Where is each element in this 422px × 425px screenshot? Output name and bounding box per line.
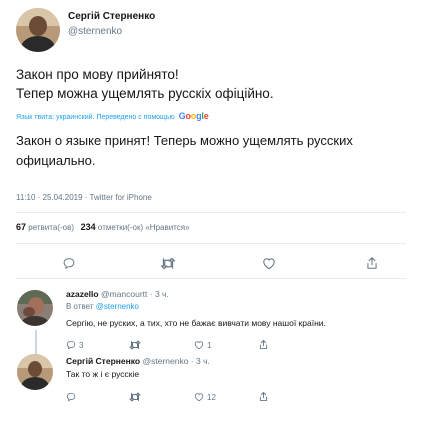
divider [16, 212, 406, 213]
divider [16, 278, 406, 279]
reply-avatar[interactable] [17, 354, 53, 390]
reply-icon [66, 392, 76, 402]
like-count: 1 [207, 340, 212, 350]
reply-icon [66, 340, 76, 350]
share-icon [259, 340, 268, 349]
reply-to-prefix: В ответ [66, 302, 94, 311]
reply-count: 3 [79, 340, 84, 350]
reply-author-handle[interactable]: @sternenko · 3 ч. [142, 356, 209, 366]
retweet-button[interactable] [129, 392, 144, 402]
retweet-button[interactable] [160, 257, 176, 270]
divider [16, 243, 406, 244]
reply-button[interactable] [62, 257, 76, 270]
like-button[interactable]: 1 [194, 340, 211, 350]
tweet-text-line: Тепер можна ущемлять русскіх офіційно. [16, 86, 274, 101]
translation-notice[interactable]: Язык твита: украинский. Переведено с пом… [16, 111, 209, 121]
reply-author-name[interactable]: azazello [66, 289, 99, 299]
share-button[interactable] [366, 256, 378, 270]
translated-text-line: официально. [16, 153, 96, 168]
translated-text: Закон о языке принят! Теперь можно ущемл… [16, 131, 411, 171]
thread-line [35, 330, 37, 354]
like-button[interactable] [262, 257, 276, 270]
author-handle[interactable]: @sternenko [68, 26, 122, 37]
like-button[interactable]: 12 [194, 392, 216, 402]
share-icon [367, 257, 377, 269]
like-label[interactable]: отметки(-ок) «Нравится» [98, 223, 190, 232]
share-button[interactable] [259, 339, 268, 350]
share-button[interactable] [259, 391, 268, 402]
reply-author[interactable]: Сергій Стерненко @sternenko · 3 ч. [66, 356, 210, 366]
author-avatar[interactable] [16, 8, 60, 52]
translated-text-line: Закон о языке принят! Теперь можно ущемл… [16, 133, 353, 148]
retweet-icon [129, 392, 141, 402]
like-count: 12 [207, 392, 216, 402]
reply-avatar[interactable] [17, 290, 53, 326]
reply-button[interactable] [66, 392, 79, 402]
retweet-count[interactable]: 67 [16, 222, 26, 232]
reply-button[interactable]: 3 [66, 340, 83, 350]
translation-label: Язык твита: украинский. Переведено с пом… [16, 114, 175, 121]
reply-text: Сергію, не руских, а тих, хто не бажає в… [66, 318, 326, 328]
retweet-icon [129, 340, 141, 350]
share-icon [259, 392, 268, 401]
reply-author-handle[interactable]: @mancourtt · 3 ч. [101, 289, 169, 299]
like-count[interactable]: 234 [81, 222, 96, 232]
tweet-timestamp[interactable]: 11:10 · 25.04.2019 · Twitter for iPhone [16, 193, 152, 202]
reply-author-name[interactable]: Сергій Стерненко [66, 356, 140, 366]
reply-icon [63, 258, 75, 269]
reply-author[interactable]: azazello @mancourtt · 3 ч. [66, 289, 169, 299]
like-icon [263, 258, 275, 270]
google-logo: Google [178, 111, 209, 121]
tweet-text-line: Закон про мову прийнято! [16, 67, 179, 82]
tweet-stats: 67 ретвита(-ов) 234 отметки(-ок) «Нравит… [16, 222, 190, 232]
retweet-button[interactable] [129, 340, 144, 350]
retweet-label[interactable]: ретвита(-ов) [28, 223, 74, 232]
reply-to-handle[interactable]: @sternenko [96, 302, 139, 311]
reply-text: Так то ж і є русскіе [66, 369, 140, 379]
like-icon [194, 341, 204, 350]
author-name[interactable]: Сергій Стерненко [68, 11, 155, 22]
like-icon [194, 393, 204, 402]
reply-to-line: В ответ @sternenko [66, 302, 139, 311]
tweet-text: Закон про мову прийнято! Тепер можна уще… [16, 65, 411, 103]
retweet-icon [160, 257, 176, 270]
